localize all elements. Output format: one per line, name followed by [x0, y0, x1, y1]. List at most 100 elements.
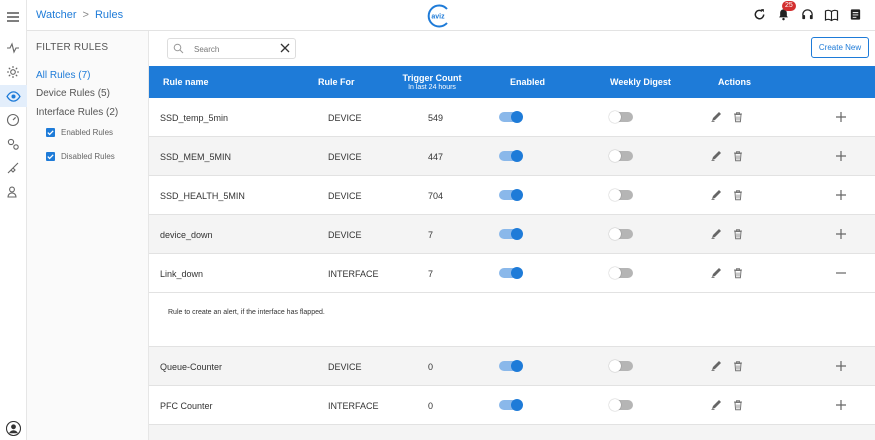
toggle-knob: [609, 267, 621, 279]
rule-name-cell: SSD_HEALTH_5MIN: [160, 190, 245, 201]
edit-icon[interactable]: [710, 228, 722, 240]
expand-icon[interactable]: [835, 399, 847, 411]
table-body: SSD_temp_5min DEVICE 549 SSD_MEM_5MIN DEVICE…: [149, 98, 875, 440]
toggle-knob: [609, 360, 621, 372]
expand-icon[interactable]: [835, 228, 847, 240]
top-actions: 25: [752, 1, 863, 22]
edit-icon[interactable]: [710, 360, 722, 372]
enabled-toggle[interactable]: [499, 228, 523, 240]
document-icon[interactable]: [848, 7, 863, 22]
avatar[interactable]: [5, 420, 22, 437]
table-row[interactable]: SSD_temp_5min DEVICE 549: [149, 98, 875, 137]
table-row[interactable]: Queue-Counter DEVICE 0: [149, 347, 875, 386]
filter-device-rules[interactable]: Device Rules (5): [36, 88, 110, 99]
expand-icon[interactable]: [835, 150, 847, 162]
gauge-icon[interactable]: [6, 113, 20, 127]
rule-name-cell: Queue-Counter: [160, 361, 223, 372]
breadcrumb-separator: >: [82, 9, 89, 21]
checkbox-checked-icon[interactable]: [46, 152, 55, 161]
breadcrumb: Watcher > Rules: [36, 9, 123, 21]
delete-icon[interactable]: [732, 111, 744, 123]
rule-description: Rule to create an alert, if the interfac…: [168, 309, 325, 316]
weekly-digest-toggle[interactable]: [609, 189, 633, 201]
header-weekly-digest[interactable]: Weekly Digest: [610, 66, 671, 98]
weekly-digest-toggle[interactable]: [609, 267, 633, 279]
create-new-button[interactable]: Create New: [811, 37, 869, 58]
filter-interface-rules[interactable]: Interface Rules (2): [36, 107, 118, 118]
logo-text: aviz: [431, 14, 445, 21]
breadcrumb-parent[interactable]: Watcher: [36, 9, 77, 21]
rule-for-cell: INTERFACE: [328, 400, 379, 411]
search-input[interactable]: [194, 42, 274, 56]
enabled-toggle[interactable]: [499, 189, 523, 201]
enabled-toggle[interactable]: [499, 399, 523, 411]
weekly-digest-toggle[interactable]: [609, 228, 633, 240]
expand-icon[interactable]: [835, 360, 847, 372]
collapse-icon[interactable]: [835, 267, 847, 279]
expand-icon[interactable]: [835, 189, 847, 201]
toggle-knob: [511, 267, 523, 279]
table-row[interactable]: SSD_MEM_5MIN DEVICE 447: [149, 137, 875, 176]
rule-name-cell: Link_down: [160, 268, 204, 279]
headset-icon[interactable]: [800, 7, 815, 22]
edit-icon[interactable]: [710, 399, 722, 411]
filter-panel: FILTER RULES All Rules (7) Device Rules …: [27, 31, 149, 440]
activity-icon[interactable]: [6, 41, 20, 55]
expand-icon[interactable]: [835, 111, 847, 123]
toggle-knob: [609, 150, 621, 162]
weekly-digest-toggle[interactable]: [609, 399, 633, 411]
header-trigger-count[interactable]: Trigger Count In last 24 hours: [399, 66, 465, 98]
checkbox-checked-icon[interactable]: [46, 128, 55, 137]
trigger-count-cell: 0: [428, 361, 434, 372]
delete-icon[interactable]: [732, 228, 744, 240]
enabled-toggle[interactable]: [499, 150, 523, 162]
header-enabled[interactable]: Enabled: [510, 66, 545, 98]
edit-icon[interactable]: [710, 150, 722, 162]
delete-icon[interactable]: [732, 267, 744, 279]
book-icon[interactable]: [824, 7, 839, 22]
table-row[interactable]: device_down DEVICE 7: [149, 215, 875, 254]
table-header: Rule name Rule For Trigger Count In last…: [149, 66, 875, 98]
weekly-digest-toggle[interactable]: [609, 360, 633, 372]
enabled-toggle[interactable]: [499, 267, 523, 279]
toggle-knob: [511, 189, 523, 201]
weekly-digest-toggle[interactable]: [609, 111, 633, 123]
header-rule-for[interactable]: Rule For: [318, 66, 355, 98]
rule-name-cell: PFC Counter: [160, 400, 213, 411]
enabled-rules-checkbox[interactable]: Enabled Rules: [46, 128, 113, 137]
enabled-toggle[interactable]: [499, 111, 523, 123]
toggle-knob: [511, 150, 523, 162]
delete-icon[interactable]: [732, 360, 744, 372]
weekly-digest-toggle[interactable]: [609, 150, 633, 162]
enabled-toggle[interactable]: [499, 360, 523, 372]
delete-icon[interactable]: [732, 399, 744, 411]
edit-icon[interactable]: [710, 111, 722, 123]
gears-icon[interactable]: [6, 137, 20, 151]
bell-icon[interactable]: 25: [776, 1, 796, 22]
rule-name-cell: SSD_MEM_5MIN: [160, 151, 232, 162]
delete-icon[interactable]: [732, 189, 744, 201]
user-search-icon[interactable]: [6, 185, 20, 199]
header-rule-name[interactable]: Rule name: [163, 66, 209, 98]
app-logo[interactable]: aviz: [425, 3, 451, 29]
edit-icon[interactable]: [710, 267, 722, 279]
refresh-icon[interactable]: [752, 7, 767, 22]
clear-icon[interactable]: [279, 42, 291, 54]
table-row[interactable]: Link_down INTERFACE 7: [149, 254, 875, 293]
filter-all-rules[interactable]: All Rules (7): [36, 70, 90, 81]
delete-icon[interactable]: [732, 150, 744, 162]
disabled-rules-checkbox[interactable]: Disabled Rules: [46, 152, 115, 161]
plug-icon[interactable]: [6, 161, 20, 175]
toggle-knob: [609, 228, 621, 240]
table-row[interactable]: PFC Counter INTERFACE 0: [149, 386, 875, 425]
watcher-eye-icon[interactable]: [0, 85, 27, 107]
settings-icon[interactable]: [6, 65, 20, 79]
toggle-knob: [511, 360, 523, 372]
table-row[interactable]: SSD_HEALTH_5MIN DEVICE 704: [149, 176, 875, 215]
toggle-knob: [609, 111, 621, 123]
edit-icon[interactable]: [710, 189, 722, 201]
menu-icon[interactable]: [6, 10, 20, 24]
search-box: [167, 38, 296, 59]
top-bar: Watcher > Rules aviz 25: [27, 0, 875, 31]
rule-name-cell: device_down: [160, 229, 213, 240]
